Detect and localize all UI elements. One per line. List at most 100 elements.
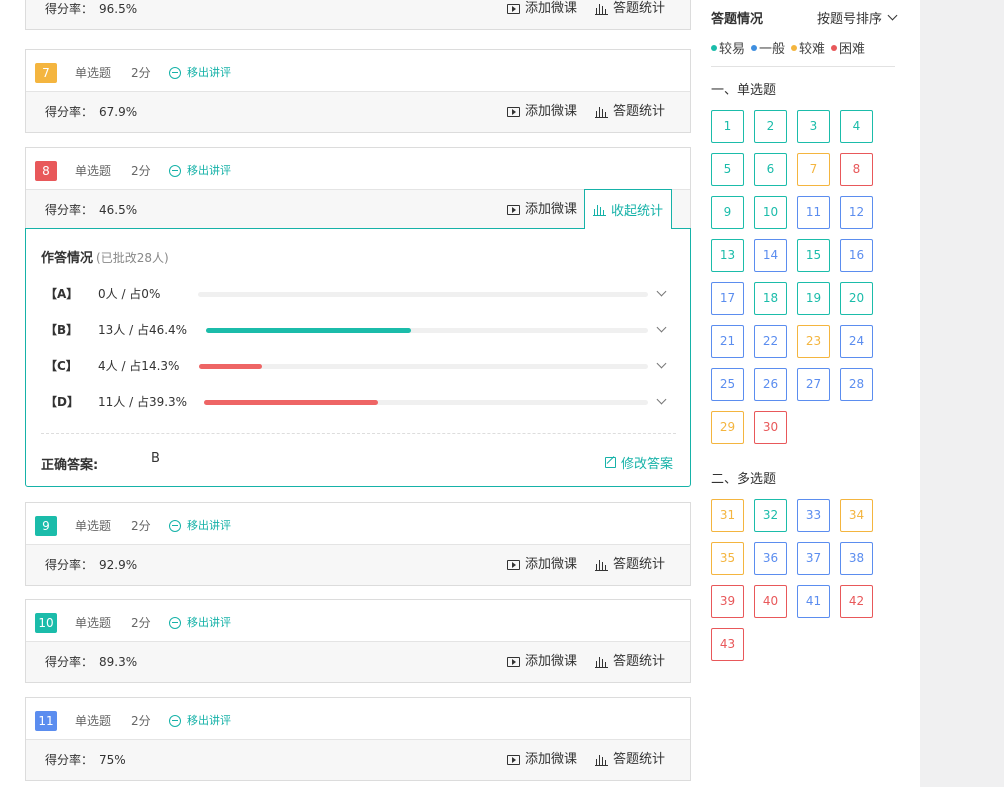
option-label: 【C】 [45,359,78,373]
question-nav-item[interactable]: 35 [711,542,744,575]
edit-answer-label: 修改答案 [621,457,674,472]
question-nav-item[interactable]: 33 [797,499,830,532]
question-nav-item[interactable]: 23 [797,325,830,358]
question-header: 9 单选题 2分 移出讲评 [26,503,690,545]
question-score: 2分 [131,164,151,178]
answer-stats-button[interactable]: 答题统计 [595,642,665,682]
question-nav-item[interactable]: 15 [797,239,830,272]
chevron-down-icon[interactable] [656,394,667,405]
option-count: 13人 / 占46.4% [98,323,188,337]
answer-stats-button[interactable]: 答题统计 [595,92,665,132]
question-nav-item[interactable]: 37 [797,542,830,575]
question-nav-item[interactable]: 18 [754,282,787,315]
question-nav-item[interactable]: 38 [840,542,873,575]
add-micro-lesson-button[interactable]: 添加微课 [507,0,577,29]
add-micro-lesson-button[interactable]: 添加微课 [507,545,577,585]
legend-item: 较难 [791,38,825,57]
question-nav-item[interactable]: 39 [711,585,744,618]
question-score: 2分 [131,714,151,728]
question-footer: 得分率： 92.9% 添加微课 答题统计 [26,545,690,585]
remove-from-review-button[interactable]: 移出讲评 [169,516,231,536]
question-nav-item[interactable]: 27 [797,368,830,401]
minus-circle-icon [169,715,181,727]
question-number-badge: 8 [35,161,57,181]
question-footer: 得分率： 96.5% 添加微课 答题统计 [26,0,690,29]
question-nav-item[interactable]: 13 [711,239,744,272]
question-nav-item[interactable]: 25 [711,368,744,401]
remove-from-review-button[interactable]: 移出讲评 [169,161,231,181]
question-nav-item[interactable]: 31 [711,499,744,532]
question-nav-item[interactable]: 29 [711,411,744,444]
question-nav-item[interactable]: 28 [840,368,873,401]
edit-answer-button[interactable]: 修改答案 [605,453,673,472]
question-nav-item[interactable]: 16 [840,239,873,272]
add-micro-lesson-button[interactable]: 添加微课 [507,92,577,132]
question-nav-item[interactable]: 2 [754,110,787,143]
stats-subtitle: (已批改28人) [96,251,169,265]
legend-dot-icon [831,44,838,51]
answer-stats-button[interactable]: 答题统计 [595,740,665,780]
question-nav-item[interactable]: 32 [754,499,787,532]
question-card: 10 单选题 2分 移出讲评 得分率： 89.3% 添加微课 答题统计 [25,599,691,683]
sort-dropdown[interactable]: 按题号排序 [817,8,898,27]
question-nav-item[interactable]: 34 [840,499,873,532]
add-micro-lesson-label: 添加微课 [525,654,578,669]
add-micro-lesson-label: 添加微课 [525,104,578,119]
add-micro-lesson-button[interactable]: 添加微课 [507,740,577,780]
answer-stats-button[interactable]: 答题统计 [595,545,665,585]
question-type: 单选题 [75,616,112,630]
score-rate-label: 得分率： [45,203,94,217]
question-nav-item[interactable]: 22 [754,325,787,358]
question-nav-item[interactable]: 3 [797,110,830,143]
question-nav-item[interactable]: 1 [711,110,744,143]
option-row: 【D】 11人 / 占39.3% [26,392,690,412]
question-nav-item[interactable]: 36 [754,542,787,575]
edit-icon [605,457,616,468]
correct-answer-value: B [151,451,160,466]
question-nav-item[interactable]: 42 [840,585,873,618]
remove-from-review-button[interactable]: 移出讲评 [169,711,231,731]
legend-label: 较易 [719,42,746,57]
answer-stats-button[interactable]: 答题统计 [595,0,665,29]
question-nav-item[interactable]: 19 [797,282,830,315]
question-nav-item[interactable]: 5 [711,153,744,186]
minus-circle-icon [169,165,181,177]
chevron-down-icon[interactable] [656,358,667,369]
question-card: 9 单选题 2分 移出讲评 得分率： 92.9% 添加微课 答题统计 [25,502,691,586]
add-micro-lesson-button[interactable]: 添加微课 [507,642,577,682]
chevron-down-icon[interactable] [656,322,667,333]
question-nav-item[interactable]: 17 [711,282,744,315]
question-nav-item[interactable]: 43 [711,628,744,661]
right-gutter [920,0,1004,787]
remove-from-review-button[interactable]: 移出讲评 [169,613,231,633]
add-micro-lesson-label: 添加微课 [525,557,578,572]
question-nav-item[interactable]: 30 [754,411,787,444]
question-nav-item[interactable]: 26 [754,368,787,401]
score-rate-label: 得分率： [45,105,94,119]
question-type: 单选题 [75,66,112,80]
question-nav-item[interactable]: 20 [840,282,873,315]
question-nav-item[interactable]: 12 [840,196,873,229]
option-label: 【D】 [45,395,79,409]
add-micro-lesson-button[interactable]: 添加微课 [507,190,577,230]
question-nav-item[interactable]: 24 [840,325,873,358]
question-nav-item[interactable]: 21 [711,325,744,358]
question-nav-item[interactable]: 8 [840,153,873,186]
correct-answer-label: 正确答案: [41,458,99,473]
overview-divider [711,66,895,67]
remove-from-review-button[interactable]: 移出讲评 [169,63,231,83]
chevron-down-icon[interactable] [656,286,667,297]
question-nav-item[interactable]: 40 [754,585,787,618]
question-nav-item[interactable]: 14 [754,239,787,272]
remove-from-review-label: 移出讲评 [187,164,231,177]
question-nav-item[interactable]: 41 [797,585,830,618]
question-nav-item[interactable]: 10 [754,196,787,229]
question-nav-item[interactable]: 7 [797,153,830,186]
question-nav-item[interactable]: 6 [754,153,787,186]
question-footer: 得分率： 75% 添加微课 答题统计 [26,740,690,780]
collapse-stats-button[interactable]: 收起统计 [584,189,672,229]
question-nav-item[interactable]: 4 [840,110,873,143]
question-nav-item[interactable]: 11 [797,196,830,229]
legend-item: 较易 [711,38,745,57]
question-nav-item[interactable]: 9 [711,196,744,229]
